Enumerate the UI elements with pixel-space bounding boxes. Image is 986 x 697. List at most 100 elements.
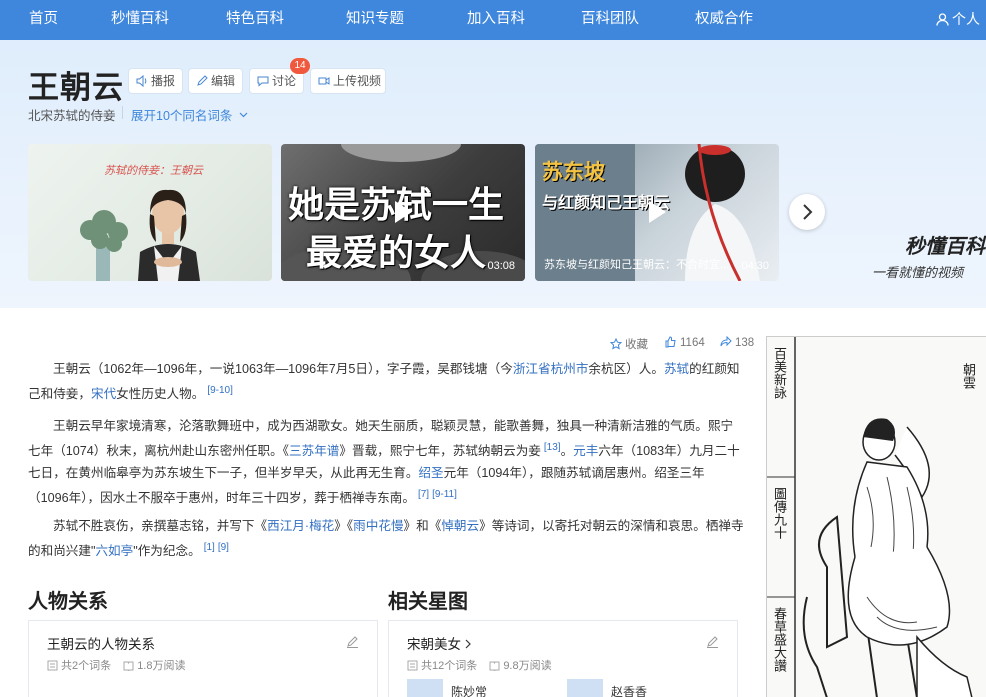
subtitle-divider xyxy=(122,106,123,119)
summary-paragraph-3: 苏轼不胜哀伤，亲撰墓志铭，并写下《西江月·梅花》《雨中花慢》和《悼朝云》等诗词，… xyxy=(28,515,744,562)
link-shaosheng[interactable]: 绍圣 xyxy=(418,466,443,480)
user-label: 个人 xyxy=(952,11,980,27)
book-icon xyxy=(489,661,500,673)
reference-marker[interactable]: [9-10] xyxy=(207,385,233,396)
link-daozhaoyun[interactable]: 悼朝云 xyxy=(441,519,479,533)
section-title-relations: 人物关系 xyxy=(28,591,108,613)
stars-card-title-text: 宋朝美女 xyxy=(407,637,461,652)
stars-card-title[interactable]: 宋朝美女 xyxy=(407,633,472,653)
user-menu[interactable]: 个人 xyxy=(936,0,986,40)
avatar[interactable] xyxy=(567,679,603,697)
play-icon xyxy=(649,201,666,223)
video-3-overlay-title: 苏东坡 xyxy=(542,161,605,184)
like-count: 1164 xyxy=(680,337,705,349)
share-button[interactable]: 138 xyxy=(720,335,755,349)
text-span: 女性历史人物。 xyxy=(116,387,205,401)
nav-topics[interactable]: 知识专题 xyxy=(346,0,404,40)
star-person-2[interactable]: 赵香香 xyxy=(611,683,647,697)
summary-paragraph-2: 王朝云早年家境清寒，沦落歌舞班中，成为西湖歌女。她天生丽质，聪颖灵慧，能歌善舞，… xyxy=(28,415,744,509)
nav-home[interactable]: 首页 xyxy=(29,0,58,40)
list-icon xyxy=(47,660,58,671)
portrait-caption-4: 春草盛大讚 xyxy=(771,607,786,672)
video-2-overlay-line2: 最爱的女人 xyxy=(306,232,487,273)
stars-card[interactable]: 宋朝美女 共12个词条 9.8万阅读 陈妙常 赵香香 xyxy=(388,620,738,697)
edit-label: 编辑 xyxy=(211,74,236,88)
nav-team[interactable]: 百科团队 xyxy=(581,0,639,40)
text-span: 》《 xyxy=(334,519,354,533)
link-yuanfeng[interactable]: 元丰 xyxy=(573,444,598,458)
text-span: 。 xyxy=(560,444,574,458)
link-xijiangyue[interactable]: 西江月·梅花 xyxy=(267,519,334,533)
list-icon xyxy=(407,660,418,671)
stars-reads: 9.8万阅读 xyxy=(503,660,552,672)
subtitle-text: 北宋苏轼的侍妾 xyxy=(28,109,116,123)
portrait-illustration[interactable]: 朝雲 百美新詠 圖傳九十 春草盛大讚 xyxy=(766,336,986,697)
reference-marker[interactable]: [7] xyxy=(418,489,429,500)
share-icon xyxy=(720,335,732,347)
star-icon xyxy=(609,337,623,350)
pencil-icon[interactable] xyxy=(706,635,719,648)
carousel-next-button[interactable] xyxy=(789,194,825,230)
video-card-3[interactable]: 苏东坡 与红颜知己王朝云 苏东坡与红颜知己王朝云：不合时宜... 04:30 xyxy=(535,144,779,281)
text-span: 苏轼不胜哀伤，亲撰墓志铭，并写下《 xyxy=(53,519,268,533)
miaodong-slogan: 一看就懂的视频 xyxy=(872,265,964,280)
avatar[interactable] xyxy=(407,679,443,697)
text-span: 》晋载，熙宁七年，苏轼纳朝云为妾 xyxy=(339,444,541,458)
upload-video-label: 上传视频 xyxy=(333,74,382,88)
video-card-1[interactable]: 苏轼的侍妾：王朝云 xyxy=(28,144,272,281)
relations-card[interactable]: 王朝云的人物关系 共2个词条 1.8万阅读 xyxy=(28,620,378,697)
top-nav: 首页 秒懂百科 特色百科 知识专题 加入百科 百科团队 权威合作 个人 xyxy=(0,0,986,40)
user-icon xyxy=(936,13,949,26)
pencil-icon[interactable] xyxy=(346,635,359,648)
video-card-2[interactable]: 她是苏轼一生 最爱的女人 03:08 xyxy=(281,144,525,281)
video-3-caption: 苏东坡与红颜知己王朝云：不合时宜... xyxy=(544,259,730,271)
miaodong-logo: 秒懂百科 xyxy=(905,236,985,258)
speaker-icon xyxy=(136,75,147,87)
text-span: 余杭区）人。 xyxy=(588,362,664,376)
page-title: 王朝云 xyxy=(28,70,124,105)
video-3-duration: 04:30 xyxy=(741,260,769,272)
link-liuruting[interactable]: 六如亭 xyxy=(95,544,133,558)
link-song-dynasty[interactable]: 宋代 xyxy=(91,387,116,401)
relations-entries: 共2个词条 xyxy=(61,660,112,672)
share-count: 138 xyxy=(735,337,755,349)
collect-button[interactable]: 收藏 xyxy=(609,336,648,352)
upload-video-button[interactable]: 上传视频 xyxy=(310,68,386,94)
portrait-drawing xyxy=(767,337,986,697)
pencil-icon xyxy=(197,75,208,86)
video-2-duration: 03:08 xyxy=(487,260,515,272)
chevron-down-icon xyxy=(239,112,248,118)
collect-label: 收藏 xyxy=(625,339,648,351)
play-audio-button[interactable]: 播报 xyxy=(128,68,183,94)
page-subtitle: 北宋苏轼的侍妾 xyxy=(28,105,123,124)
nav-join[interactable]: 加入百科 xyxy=(467,0,525,40)
text-span: 》和《 xyxy=(403,519,442,533)
text-span: 王朝云（1062年—1096年，一说1063年—1096年7月5日），字子霞，吴… xyxy=(53,362,513,376)
reference-marker[interactable]: [9] xyxy=(218,542,229,553)
relations-reads: 1.8万阅读 xyxy=(137,660,186,672)
chat-bubble-icon xyxy=(257,76,269,87)
nav-partnership[interactable]: 权威合作 xyxy=(695,0,753,40)
stars-card-meta: 共12个词条 9.8万阅读 xyxy=(407,657,552,673)
discuss-count-badge: 14 xyxy=(290,58,310,74)
reference-marker[interactable]: [9-11] xyxy=(432,489,457,500)
portrait-caption-2: 百美新詠 xyxy=(771,347,786,399)
reference-marker[interactable]: [1] xyxy=(204,542,215,553)
portrait-caption-1: 朝雲 xyxy=(960,363,975,389)
video-1-thumbnail xyxy=(80,189,200,281)
discuss-label: 讨论 xyxy=(272,74,297,88)
expand-homonyms-link[interactable]: 展开10个同名词条 xyxy=(131,105,248,124)
portrait-caption-3: 圖傳九十 xyxy=(771,487,786,539)
like-button[interactable]: 1164 xyxy=(665,336,705,349)
link-yuzhonghuaman[interactable]: 雨中花慢 xyxy=(353,519,403,533)
link-sansu-nianpu[interactable]: 三苏年谱 xyxy=(289,444,339,458)
nav-miaodong[interactable]: 秒懂百科 xyxy=(111,0,169,40)
reference-marker[interactable]: [13] xyxy=(544,442,561,453)
link-hangzhou[interactable]: 浙江省杭州市 xyxy=(513,362,589,376)
chevron-right-icon xyxy=(465,639,471,649)
star-person-1[interactable]: 陈妙常 xyxy=(451,683,487,697)
link-sushi[interactable]: 苏轼 xyxy=(664,362,689,376)
edit-button[interactable]: 编辑 xyxy=(188,68,243,94)
video-camera-icon xyxy=(318,77,330,85)
nav-featured[interactable]: 特色百科 xyxy=(226,0,284,40)
